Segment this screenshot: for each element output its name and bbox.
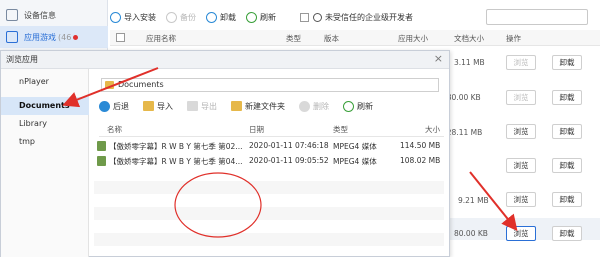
annotation-arrow: [469, 171, 518, 232]
annotation-circle: [174, 172, 262, 238]
annotation-overlay: [62, 67, 518, 238]
annotation-arrow: [62, 67, 159, 108]
